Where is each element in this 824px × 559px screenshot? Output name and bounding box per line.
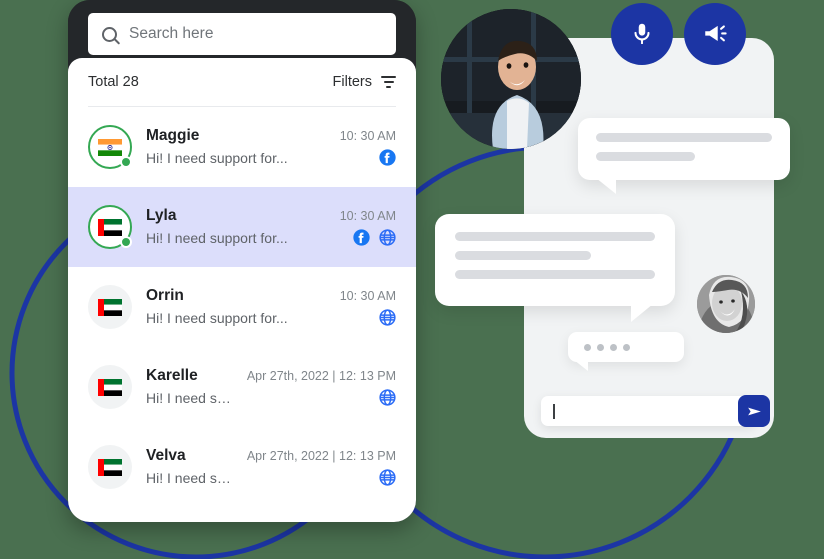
search-input[interactable]: Search here	[88, 13, 396, 55]
message-timestamp: 10: 30 AM	[339, 208, 396, 223]
contact-name: Maggie	[146, 127, 200, 144]
uae-flag	[98, 379, 122, 396]
typing-indicator-bubble	[568, 332, 684, 371]
avatar-circle	[88, 285, 132, 329]
typing-dot	[610, 343, 617, 351]
message-timestamp: 10: 30 AM	[339, 288, 396, 303]
contact-name: Orrin	[146, 287, 184, 304]
phone-mockup: Search here Total 28 Filters Maggie Hi! I…	[68, 0, 416, 522]
filter-icon	[381, 76, 396, 88]
conversation-text: Lyla Hi! I need support for...	[146, 206, 326, 248]
chat-bubble-incoming	[435, 214, 675, 322]
online-status-dot	[120, 236, 132, 248]
conversation-row[interactable]: Karelle Hi! I need support for... Apr 27th…	[68, 347, 416, 427]
text-caret	[553, 403, 555, 419]
conversation-text: Maggie Hi! I need support for...	[146, 126, 326, 168]
conversation-text: Velva Hi! I need support for...	[146, 446, 233, 488]
message-timestamp: Apr 27th, 2022 | 12: 13 PM	[246, 448, 396, 463]
contact-name: Velva	[146, 447, 186, 464]
search-placeholder: Search here	[129, 25, 214, 42]
channel-badges	[353, 229, 396, 246]
send-paper-plane-icon	[747, 407, 761, 415]
channel-badges	[379, 389, 396, 406]
search-icon	[102, 26, 117, 42]
typing-dot	[623, 343, 630, 351]
skeleton-line	[596, 133, 772, 142]
channel-badges	[379, 469, 396, 486]
skeleton-line	[596, 152, 695, 161]
conversation-meta: 10: 30 AM	[340, 129, 396, 166]
conversation-text: Orrin Hi! I need support for...	[146, 286, 326, 328]
list-toolbar: Total 28 Filters	[68, 58, 416, 106]
conversation-meta: Apr 27th, 2022 | 12: 13 PM	[247, 449, 396, 486]
conversation-row[interactable]: Orrin Hi! I need support for... 10: 30 AM	[68, 267, 416, 347]
avatar	[88, 125, 132, 169]
message-preview: Hi! I need support for...	[146, 470, 233, 486]
message-timestamp: 10: 30 AM	[339, 128, 396, 143]
conversation-meta: 10: 30 AM	[340, 209, 396, 246]
avatar	[88, 205, 132, 249]
avatar	[88, 445, 132, 489]
uae-flag	[98, 459, 122, 476]
channel-badges	[379, 149, 396, 166]
message-preview: Hi! I need support for...	[146, 150, 288, 166]
web-globe-icon[interactable]	[379, 229, 396, 246]
message-preview: Hi! I need support for...	[146, 310, 288, 326]
contact-name: Karelle	[146, 367, 198, 384]
skeleton-line	[455, 270, 655, 279]
message-composer[interactable]	[541, 395, 770, 427]
skeleton-line	[455, 232, 655, 241]
web-globe-icon[interactable]	[379, 309, 396, 326]
conversation-text: Karelle Hi! I need support for...	[146, 366, 233, 408]
announcement-fab-button[interactable]	[684, 3, 746, 65]
avatar	[88, 365, 132, 409]
avatar	[88, 285, 132, 329]
contact-name: Lyla	[146, 207, 177, 224]
web-globe-icon[interactable]	[379, 469, 396, 486]
filters-button[interactable]: Filters	[333, 74, 396, 90]
chat-bubble-outgoing	[578, 118, 790, 194]
send-message-button[interactable]	[738, 395, 770, 427]
channel-badges	[379, 309, 396, 326]
total-count-label: Total 28	[88, 74, 139, 90]
facebook-icon[interactable]	[379, 149, 396, 166]
online-status-dot	[120, 156, 132, 168]
microphone-icon	[634, 23, 650, 44]
conversation-row[interactable]: Lyla Hi! I need support for... 10: 30 AM	[68, 187, 416, 267]
customer-photo-avatar	[697, 275, 755, 333]
conversation-row[interactable]: Maggie Hi! I need support for... 10: 30 AM	[68, 107, 416, 187]
typing-dot	[597, 343, 604, 351]
skeleton-line	[455, 251, 591, 260]
facebook-icon[interactable]	[353, 229, 370, 246]
message-preview: Hi! I need support for...	[146, 390, 233, 406]
filters-label: Filters	[332, 74, 372, 90]
illustration-stage: Search here Total 28 Filters Maggie Hi! I…	[0, 0, 824, 559]
conversation-list-panel: Total 28 Filters Maggie Hi! I need suppor…	[68, 58, 416, 522]
conversation-meta: Apr 27th, 2022 | 12: 13 PM	[247, 369, 396, 406]
conversation-list: Maggie Hi! I need support for... 10: 30 AM…	[68, 107, 416, 507]
announcement-megaphone-icon	[705, 25, 727, 42]
agent-photo-avatar	[441, 9, 581, 149]
typing-dot	[584, 343, 591, 351]
uae-flag	[98, 299, 122, 316]
message-preview: Hi! I need support for...	[146, 230, 288, 246]
avatar-circle	[88, 365, 132, 409]
avatar-circle	[88, 445, 132, 489]
conversation-meta: 10: 30 AM	[340, 289, 396, 326]
message-timestamp: Apr 27th, 2022 | 12: 13 PM	[246, 368, 396, 383]
conversation-row[interactable]: Velva Hi! I need support for... Apr 27th, …	[68, 427, 416, 507]
india-flag	[98, 139, 122, 156]
web-globe-icon[interactable]	[379, 389, 396, 406]
microphone-fab-button[interactable]	[611, 3, 673, 65]
uae-flag	[98, 219, 122, 236]
